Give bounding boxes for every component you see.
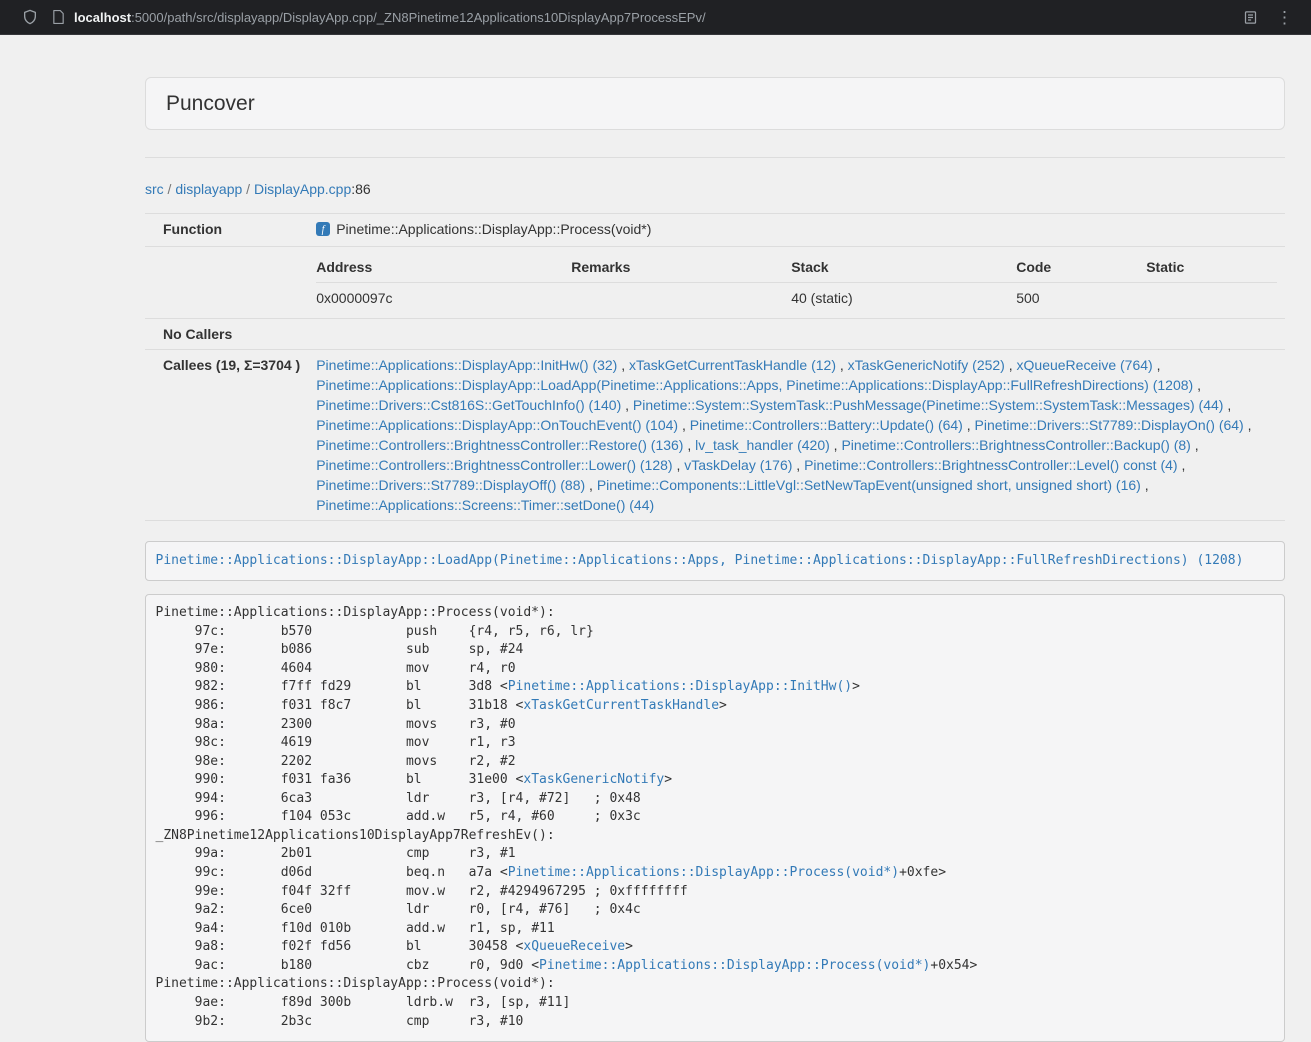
callee-link[interactable]: Pinetime::Controllers::Battery::Update()…: [690, 417, 963, 433]
callee-link[interactable]: Pinetime::Controllers::BrightnessControl…: [841, 437, 1190, 453]
col-static: Static: [1146, 252, 1277, 283]
callees-row: Callees (19, Σ=3704 ) Pinetime::Applicat…: [145, 350, 1285, 521]
breadcrumb-link[interactable]: src: [145, 181, 164, 197]
callee-link[interactable]: vTaskDelay (176): [684, 457, 792, 473]
callee-link[interactable]: Pinetime::Drivers::St7789::DisplayOn() (…: [975, 417, 1244, 433]
col-remarks: Remarks: [571, 252, 791, 283]
callee-link[interactable]: xTaskGetCurrentTaskHandle (12): [629, 357, 836, 373]
no-callers-row: No Callers: [145, 319, 1285, 350]
callees-list: Pinetime::Applications::DisplayApp::Init…: [308, 350, 1285, 521]
divider: [145, 157, 1285, 158]
breadcrumb-separator: /: [242, 181, 254, 197]
assembly-block: Pinetime::Applications::DisplayApp::Proc…: [145, 594, 1285, 1042]
page-title: Puncover: [166, 92, 1264, 115]
page-container: Puncover src / displayapp / DisplayApp.c…: [145, 35, 1285, 1042]
asm-symbol-link[interactable]: Pinetime::Applications::DisplayApp::Proc…: [539, 958, 930, 973]
callees-label: Callees (19, Σ=3704 ): [145, 350, 308, 521]
function-name: Pinetime::Applications::DisplayApp::Proc…: [336, 221, 651, 237]
shield-icon[interactable]: [22, 9, 38, 25]
asm-symbol-link[interactable]: Pinetime::Applications::DisplayApp::Proc…: [508, 865, 899, 880]
function-icon: f: [316, 221, 330, 241]
cell-static: [1146, 283, 1277, 314]
url-path: :5000/path/src/displayapp/DisplayApp.cpp…: [131, 10, 706, 25]
callee-link[interactable]: Pinetime::Drivers::Cst816S::GetTouchInfo…: [316, 397, 621, 413]
callee-link[interactable]: Pinetime::Controllers::BrightnessControl…: [804, 457, 1177, 473]
highlighted-symbol-block: Pinetime::Applications::DisplayApp::Load…: [145, 541, 1285, 581]
page-title-box: Puncover: [145, 77, 1285, 130]
callee-link[interactable]: Pinetime::Applications::DisplayApp::OnTo…: [316, 417, 678, 433]
breadcrumb: src / displayapp / DisplayApp.cpp:86: [145, 179, 1285, 199]
callee-link[interactable]: Pinetime::Applications::DisplayApp::Load…: [316, 377, 1193, 393]
callee-link[interactable]: Pinetime::Applications::Screens::Timer::…: [316, 497, 654, 513]
browser-menu-icon[interactable]: ⋮: [1272, 9, 1297, 26]
col-address: Address: [316, 252, 571, 283]
callee-link[interactable]: Pinetime::Controllers::BrightnessControl…: [316, 457, 672, 473]
url-text: localhost:5000/path/src/displayapp/Displ…: [74, 10, 706, 25]
callee-link[interactable]: Pinetime::Controllers::BrightnessControl…: [316, 437, 683, 453]
browser-url-bar[interactable]: localhost:5000/path/src/displayapp/Displ…: [52, 10, 1229, 25]
callee-link[interactable]: Pinetime::System::SystemTask::PushMessag…: [633, 397, 1224, 413]
asm-symbol-link[interactable]: xQueueReceive: [523, 939, 625, 954]
detail-value-row: 0x0000097c 40 (static) 500: [316, 283, 1277, 314]
col-code: Code: [1016, 252, 1146, 283]
detail-row: Address Remarks Stack Code Static 0x0000…: [145, 247, 1285, 319]
asm-symbol-link[interactable]: xTaskGetCurrentTaskHandle: [523, 698, 719, 713]
callee-link[interactable]: Pinetime::Drivers::St7789::DisplayOff() …: [316, 477, 585, 493]
asm-symbol-link[interactable]: xTaskGenericNotify: [523, 772, 664, 787]
function-row: Function f Pinetime::Applications::Displ…: [145, 214, 1285, 247]
breadcrumb-link[interactable]: displayapp: [175, 181, 242, 197]
highlighted-symbol-link[interactable]: Pinetime::Applications::DisplayApp::Load…: [156, 553, 1244, 568]
assembly-code: Pinetime::Applications::DisplayApp::Proc…: [156, 605, 978, 1028]
callee-link[interactable]: xQueueReceive (764): [1017, 357, 1153, 373]
breadcrumb-separator: /: [164, 181, 176, 197]
cell-stack: 40 (static): [791, 283, 1016, 314]
asm-symbol-link[interactable]: Pinetime::Applications::DisplayApp::Init…: [508, 679, 852, 694]
page-icon: [52, 10, 65, 24]
url-host: localhost: [74, 10, 131, 25]
breadcrumb-link[interactable]: DisplayApp.cpp: [254, 181, 351, 197]
cell-address: 0x0000097c: [316, 283, 571, 314]
symbol-table: Function f Pinetime::Applications::Displ…: [145, 213, 1285, 521]
symbol-detail-table: Address Remarks Stack Code Static 0x0000…: [316, 252, 1277, 313]
function-label: Function: [145, 214, 308, 247]
callee-link[interactable]: lv_task_handler (420): [695, 437, 830, 453]
detail-header-row: Address Remarks Stack Code Static: [316, 252, 1277, 283]
callee-link[interactable]: Pinetime::Components::LittleVgl::SetNewT…: [597, 477, 1141, 493]
browser-chrome: localhost:5000/path/src/displayapp/Displ…: [0, 0, 1311, 35]
reader-mode-icon[interactable]: [1243, 10, 1258, 25]
cell-remarks: [571, 283, 791, 314]
col-stack: Stack: [791, 252, 1016, 283]
no-callers-label: No Callers: [145, 319, 308, 350]
callee-link[interactable]: xTaskGenericNotify (252): [848, 357, 1005, 373]
callee-link[interactable]: Pinetime::Applications::DisplayApp::Init…: [316, 357, 617, 373]
cell-code: 500: [1016, 283, 1146, 314]
